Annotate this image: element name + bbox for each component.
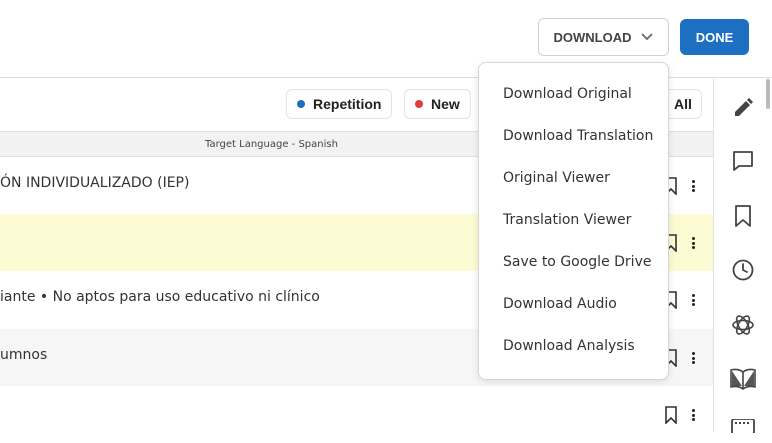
bookmark-icon[interactable]: [664, 406, 678, 424]
more-options-icon[interactable]: [689, 234, 697, 252]
more-options-icon[interactable]: [689, 177, 697, 195]
menu-item-save-to-google-drive[interactable]: Save to Google Drive: [503, 254, 651, 270]
more-options-icon[interactable]: [689, 349, 697, 367]
menu-item-download-audio[interactable]: Download Audio: [503, 296, 617, 312]
done-button[interactable]: DONE: [680, 19, 749, 55]
legend-new[interactable]: New: [404, 89, 471, 119]
menu-item-download-original[interactable]: Download Original: [503, 86, 632, 102]
ai-icon[interactable]: [730, 312, 756, 338]
legend-new-label: New: [431, 96, 460, 112]
chevron-down-icon: [640, 33, 653, 41]
menu-item-download-translation[interactable]: Download Translation: [503, 128, 653, 144]
column-header-label: Target Language - Spanish: [205, 138, 338, 150]
scrollbar[interactable]: [766, 79, 770, 109]
repetition-dot-icon: [297, 100, 305, 108]
download-button-label: DOWNLOAD: [553, 29, 632, 45]
keyboard-icon[interactable]: [730, 419, 756, 433]
download-button[interactable]: DOWNLOAD: [538, 18, 669, 56]
done-button-label: DONE: [695, 29, 734, 45]
menu-item-download-analysis[interactable]: Download Analysis: [503, 338, 635, 354]
book-icon[interactable]: [730, 366, 756, 392]
menu-item-original-viewer[interactable]: Original Viewer: [503, 170, 610, 186]
history-icon[interactable]: [730, 257, 756, 283]
legend-repetition-label: Repetition: [313, 96, 382, 112]
legend-repetition[interactable]: Repetition: [286, 89, 393, 119]
row-text: iante • No aptos para uso educativo ni c…: [0, 289, 320, 305]
row-text: umnos: [0, 347, 48, 363]
table-row[interactable]: [0, 386, 713, 443]
more-options-icon[interactable]: [689, 406, 697, 424]
more-options-icon[interactable]: [689, 291, 697, 309]
pencil-icon[interactable]: [730, 95, 756, 121]
legend-all[interactable]: All: [664, 89, 702, 119]
comment-icon[interactable]: [730, 148, 756, 174]
menu-item-translation-viewer[interactable]: Translation Viewer: [503, 212, 631, 228]
new-dot-icon: [415, 100, 423, 108]
legend-all-label: All: [674, 96, 692, 112]
download-dropdown-menu: Download Original Download Translation O…: [478, 62, 669, 380]
right-sidebar: [713, 79, 772, 433]
row-text: ÓN INDIVIDUALIZADO (IEP): [0, 175, 190, 191]
bookmark-icon[interactable]: [730, 203, 756, 229]
